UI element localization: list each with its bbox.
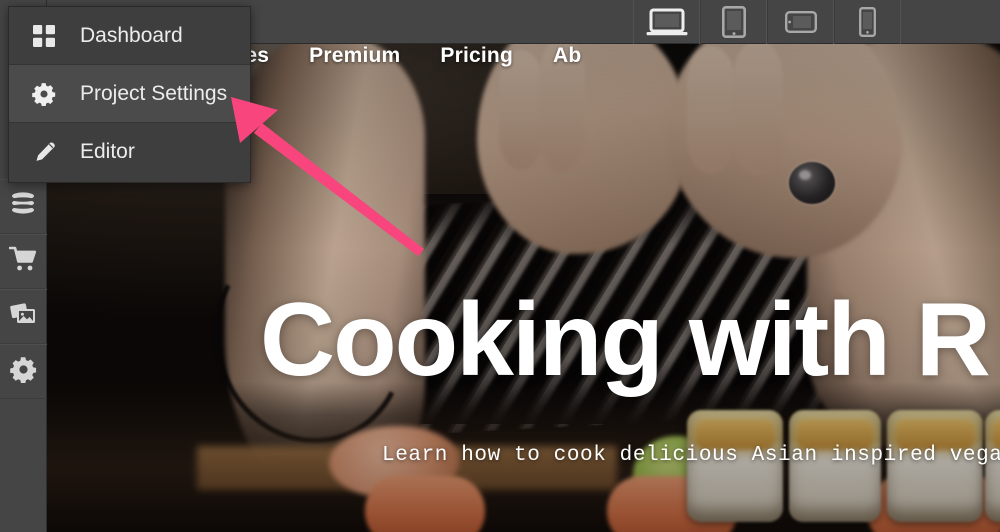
nav-link-premium[interactable]: Premium [309, 44, 400, 68]
device-button-tablet-landscape[interactable] [767, 0, 834, 44]
menu-item-dashboard[interactable]: Dashboard [9, 7, 250, 65]
screen: Features Premium Pricing Ab Cooking with… [0, 0, 1000, 532]
mobile-icon [859, 7, 876, 37]
rail-item-data[interactable] [0, 179, 47, 234]
nav-link-about[interactable]: Ab [553, 44, 581, 68]
cart-icon [8, 246, 37, 277]
database-icon [10, 192, 36, 221]
rail-item-settings[interactable] [0, 344, 47, 399]
menu-item-label: Dashboard [80, 23, 183, 47]
menu-item-label: Editor [80, 140, 135, 163]
project-dropdown-menu[interactable]: Dashboard Project Settings Editor [8, 6, 251, 183]
device-button-tablet-portrait[interactable] [700, 0, 767, 44]
nav-link-pricing[interactable]: Pricing [440, 44, 513, 68]
gear-icon [31, 82, 57, 106]
images-icon [9, 302, 37, 331]
menu-item-label: Project Settings [80, 81, 228, 105]
tablet-portrait-icon [721, 6, 746, 38]
menu-item-project-settings[interactable]: Project Settings [9, 65, 250, 123]
grid-icon [31, 24, 57, 47]
device-button-mobile[interactable] [834, 0, 901, 44]
tablet-landscape-icon [784, 11, 817, 33]
hero-subtitle: Learn how to cook delicious Asian inspir… [382, 444, 1000, 467]
rail-item-media[interactable] [0, 289, 47, 344]
device-preview-switcher [633, 0, 901, 44]
menu-item-editor[interactable]: Editor [9, 123, 250, 181]
hero-title: Cooking with R [260, 282, 991, 398]
device-button-desktop[interactable] [633, 0, 700, 44]
desktop-icon [646, 8, 688, 36]
gear-icon [9, 356, 37, 388]
pencil-icon [31, 141, 57, 164]
rail-item-store[interactable] [0, 234, 47, 289]
